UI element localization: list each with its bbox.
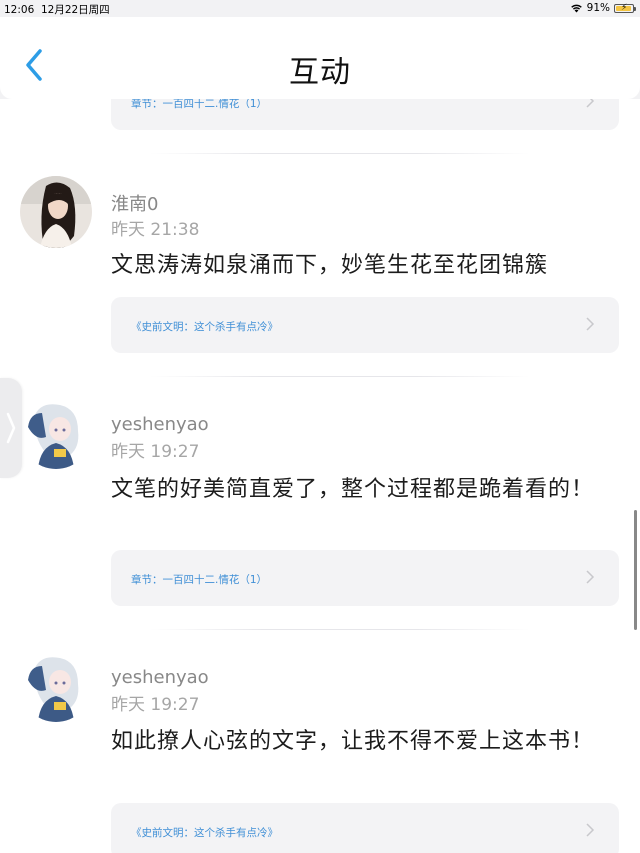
divider — [150, 376, 530, 377]
status-bar: 12:06 12月22日周四 91% ⚡ — [0, 0, 640, 17]
username[interactable]: yeshenyao — [111, 667, 209, 688]
comment-time: 昨天 19:27 — [111, 695, 200, 715]
nav-header: 互动 — [0, 17, 640, 99]
avatar[interactable] — [20, 650, 92, 722]
avatar[interactable] — [20, 397, 92, 469]
chevron-right-icon — [586, 317, 595, 331]
comment-text: 文思涛涛如泉涌而下，妙笔生花至花团锦簇 — [111, 253, 549, 278]
chevron-right-icon — [586, 823, 595, 837]
chevron-right-icon — [586, 570, 595, 584]
username[interactable]: 淮南0 — [111, 190, 158, 216]
wifi-icon — [570, 4, 582, 12]
divider — [150, 153, 530, 154]
user-avatar-icon — [20, 650, 92, 722]
chapter-label: 《史前文明：这个杀手有点冷》 — [131, 321, 278, 333]
comment-list[interactable]: 章节：一百四十二.情花（1） 淮南0 昨天 21:38 文思涛涛如泉涌而下，妙笔… — [0, 99, 640, 853]
username[interactable]: yeshenyao — [111, 414, 209, 435]
chapter-link[interactable]: 章节：一百四十二.情花（1） — [111, 99, 619, 130]
battery-percent: 91% — [586, 2, 610, 14]
page-title: 互动 — [289, 55, 351, 90]
chevron-right-icon — [586, 99, 595, 108]
scrollbar[interactable] — [634, 510, 637, 630]
status-time: 12:06 — [4, 4, 35, 16]
side-drawer-handle[interactable] — [0, 378, 22, 478]
status-time-date: 12:06 12月22日周四 — [4, 2, 110, 17]
chapter-link[interactable]: 《史前文明：这个杀手有点冷》 — [111, 803, 619, 853]
chapter-label: 章节：一百四十二.情花（1） — [131, 99, 268, 110]
status-date: 12月22日周四 — [40, 4, 110, 16]
comment-time: 昨天 21:38 — [111, 220, 200, 240]
comment-text: 如此撩人心弦的文字，让我不得不爱上这本书！ — [111, 729, 595, 754]
chapter-link[interactable]: 章节：一百四十二.情花（1） — [111, 550, 619, 606]
chapter-link[interactable]: 《史前文明：这个杀手有点冷》 — [111, 297, 619, 353]
comment-text: 文笔的好美简直爱了，整个过程都是跪着看的！ — [111, 477, 595, 502]
comment-time: 昨天 19:27 — [111, 442, 200, 462]
avatar[interactable] — [20, 176, 92, 248]
divider — [150, 629, 530, 630]
user-avatar-icon — [20, 176, 92, 248]
chapter-label: 章节：一百四十二.情花（1） — [131, 574, 268, 586]
user-avatar-icon — [20, 397, 92, 469]
chapter-label: 《史前文明：这个杀手有点冷》 — [131, 827, 278, 839]
status-right: 91% ⚡ — [570, 2, 636, 14]
battery-icon: ⚡ — [614, 3, 636, 13]
chevron-right-icon — [6, 412, 16, 444]
